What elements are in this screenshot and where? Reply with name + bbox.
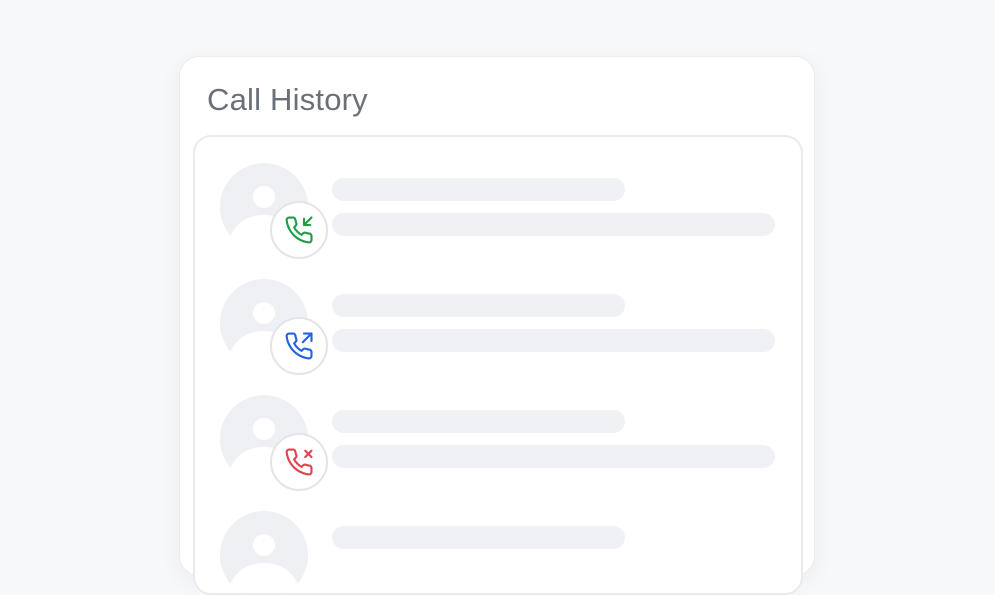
call-history-card: Call History <box>179 56 815 595</box>
call-type-badge <box>270 317 328 375</box>
phone-outgoing-icon <box>285 332 313 360</box>
call-list-item[interactable] <box>195 253 801 375</box>
avatar <box>220 511 308 593</box>
call-type-badge <box>270 201 328 259</box>
call-details-placeholder <box>332 445 775 468</box>
user-placeholder-icon <box>227 534 301 593</box>
phone-incoming-icon <box>285 216 313 244</box>
caller-name-placeholder <box>332 178 625 201</box>
call-list <box>193 135 803 595</box>
page-title: Call History <box>207 82 368 117</box>
call-list-item[interactable] <box>195 137 801 259</box>
call-list-item[interactable] <box>195 485 801 593</box>
caller-name-placeholder <box>332 294 625 317</box>
caller-name-placeholder <box>332 410 625 433</box>
caller-name-placeholder <box>332 526 625 549</box>
call-type-badge <box>270 433 328 491</box>
call-details-placeholder <box>332 329 775 352</box>
call-list-item[interactable] <box>195 369 801 491</box>
call-details-placeholder <box>332 213 775 236</box>
phone-missed-icon <box>285 448 313 476</box>
